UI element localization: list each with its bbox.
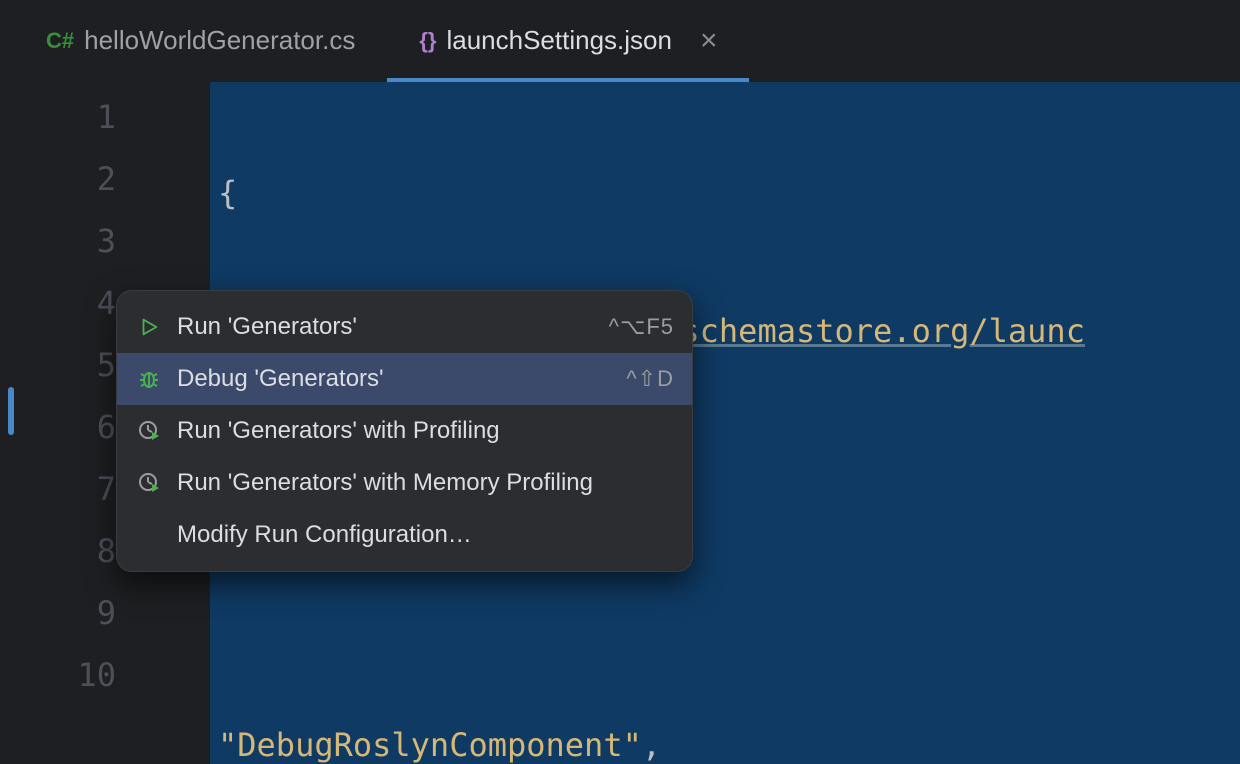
line-number: 2 [0,148,210,210]
run-context-menu: Run 'Generators' ^⌥F5 Debug 'Generators'… [116,290,693,572]
tab-launch-settings[interactable]: {} launchSettings.json × [387,0,749,81]
line-number: 10 [0,644,210,706]
close-icon[interactable]: × [700,24,718,58]
menu-item-label: Run 'Generators' [177,313,595,341]
code-text: { [218,174,237,212]
play-icon [135,313,163,341]
csharp-icon: C# [46,28,74,54]
line-number: 9 [0,582,210,644]
menu-run-generators[interactable]: Run 'Generators' ^⌥F5 [117,301,692,353]
empty-icon [135,521,163,549]
editor-area: 1 2 3 4 5 6 7 8 9 10 { "$schema": "http:… [0,82,1240,764]
menu-run-memory-profiling[interactable]: Run 'Generators' with Memory Profiling [117,457,692,509]
bug-icon [135,365,163,393]
menu-debug-generators[interactable]: Debug 'Generators' ^⇧D [117,353,692,405]
menu-item-label: Run 'Generators' with Profiling [177,417,674,445]
tab-label: launchSettings.json [446,25,671,56]
code-text: " [218,726,237,764]
tab-label: helloWorldGenerator.cs [84,25,355,56]
line-number: 3 [0,210,210,272]
menu-item-label: Run 'Generators' with Memory Profiling [177,469,674,497]
menu-item-shortcut: ^⇧D [626,366,674,392]
code-text: , [642,726,661,764]
clock-play-icon [135,417,163,445]
tab-hello-world-generator[interactable]: C# helloWorldGenerator.cs [14,0,387,81]
code-text: DebugRoslynComponent" [237,726,642,764]
menu-item-label: Modify Run Configuration… [177,521,674,549]
editor-tabs: C# helloWorldGenerator.cs {} launchSetti… [0,0,1240,82]
menu-item-shortcut: ^⌥F5 [609,314,674,340]
line-number: 1 [0,86,210,148]
menu-run-profiling[interactable]: Run 'Generators' with Profiling [117,405,692,457]
json-icon: {} [419,28,436,54]
clock-play-icon [135,469,163,497]
menu-item-label: Debug 'Generators' [177,365,612,393]
menu-modify-run-config[interactable]: Modify Run Configuration… [117,509,692,561]
